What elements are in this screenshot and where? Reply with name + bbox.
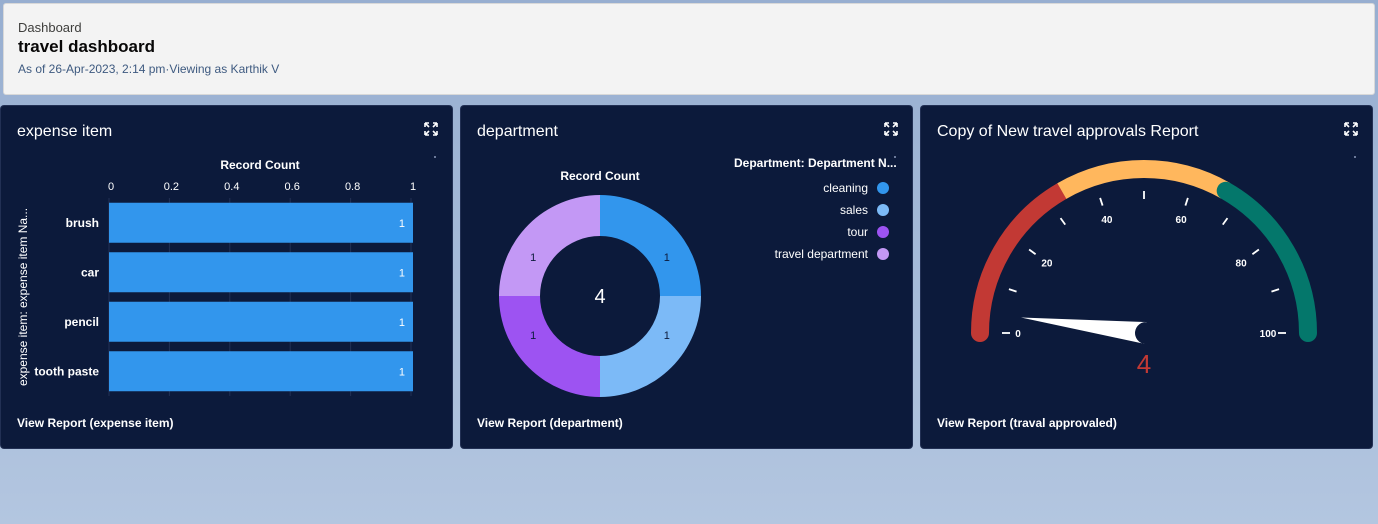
legend-label: sales [840, 203, 868, 217]
card-travel-approvals: Copy of New travel approvals Report 0 20 4… [921, 106, 1372, 448]
bar-chart: Record Count 0 0.2 0.4 0.6 0.8 1 expense item: … [16, 158, 416, 396]
gauge-tick-label: 80 [1236, 258, 1248, 269]
donut-slice [600, 195, 701, 296]
dashboard-header: Dashboard travel dashboard As of 26-Apr-… [3, 3, 1375, 95]
category-label: tooth paste [34, 364, 99, 378]
data-label: 1 [399, 218, 405, 230]
x-tick-label: 0.8 [345, 181, 360, 193]
data-label: 1 [399, 317, 405, 329]
gauge-tick-label: 20 [1041, 258, 1053, 269]
data-label: 1 [399, 267, 405, 279]
category-label: brush [66, 216, 99, 230]
legend-label: cleaning [823, 181, 868, 195]
legend-swatch [877, 226, 889, 238]
dashboard-subtitle: As of 26-Apr-2023, 2:14 pm·Viewing as Ka… [18, 62, 280, 76]
bar [109, 202, 413, 243]
chart-title: Record Count [560, 169, 639, 183]
data-label: 1 [399, 366, 405, 378]
bar [109, 252, 413, 293]
x-tick-label: 0.2 [164, 181, 179, 193]
x-tick-label: 0.4 [224, 181, 239, 193]
category-label: car [81, 265, 99, 279]
card-expense-item: expense item Record Count 0 0.2 0.4 0.6 0.8 1 e… [1, 106, 452, 448]
x-axis-title: Record Count [220, 158, 299, 172]
legend-title: Department: Department N... [734, 156, 897, 170]
gauge-chart: 0 20 40 60 80 100 4 [971, 160, 1317, 379]
header-kicker: Dashboard [18, 20, 82, 35]
donut-chart: Record Count 1 1 1 1 4 Department: Department … [499, 156, 897, 397]
y-axis-title: expense item: expense item Na... [16, 208, 30, 386]
view-report-link[interactable]: View Report (expense item) [17, 416, 174, 430]
data-label: 1 [530, 252, 536, 264]
legend-label: tour [847, 225, 868, 239]
legend-swatch [877, 248, 889, 260]
x-tick-label: 1 [410, 181, 416, 193]
card-department: department Record Count 1 1 1 1 4 Department: … [461, 106, 912, 448]
gauge-value: 4 [1137, 349, 1151, 379]
donut-slice [600, 296, 701, 397]
dashboard-title: travel dashboard [18, 37, 155, 56]
gauge-tick [1271, 288, 1280, 293]
bar [109, 301, 413, 342]
gauge-tick [1099, 197, 1104, 206]
legend-swatch [877, 204, 889, 216]
legend-label: travel department [775, 247, 869, 261]
x-tick-label: 0 [108, 181, 114, 193]
gauge-tick-label: 100 [1260, 329, 1277, 340]
gauge-tick-label: 40 [1101, 215, 1113, 226]
gauge-tick-label: 60 [1176, 215, 1188, 226]
gauge-tick [1184, 197, 1189, 206]
center-value: 4 [594, 286, 605, 308]
donut-slice [499, 296, 600, 397]
data-label: 1 [530, 330, 536, 342]
x-tick-label: 0.6 [285, 181, 300, 193]
gauge-needle [1020, 317, 1148, 344]
gauge-tick [1222, 217, 1229, 226]
gauge-tick [1028, 248, 1037, 255]
category-label: pencil [64, 315, 99, 329]
data-label: 1 [664, 330, 670, 342]
legend-swatch [877, 182, 889, 194]
gauge-tick-label: 0 [1015, 329, 1021, 340]
gauge-band [1057, 160, 1231, 199]
data-label: 1 [664, 252, 670, 264]
gauge-tick [1251, 248, 1260, 255]
gauge-tick [1008, 288, 1017, 293]
bar [109, 351, 413, 392]
donut-slice [499, 195, 600, 296]
gauge-tick [1059, 217, 1066, 226]
view-report-link[interactable]: View Report (traval approvaled) [937, 416, 1117, 430]
view-report-link[interactable]: View Report (department) [477, 416, 623, 430]
